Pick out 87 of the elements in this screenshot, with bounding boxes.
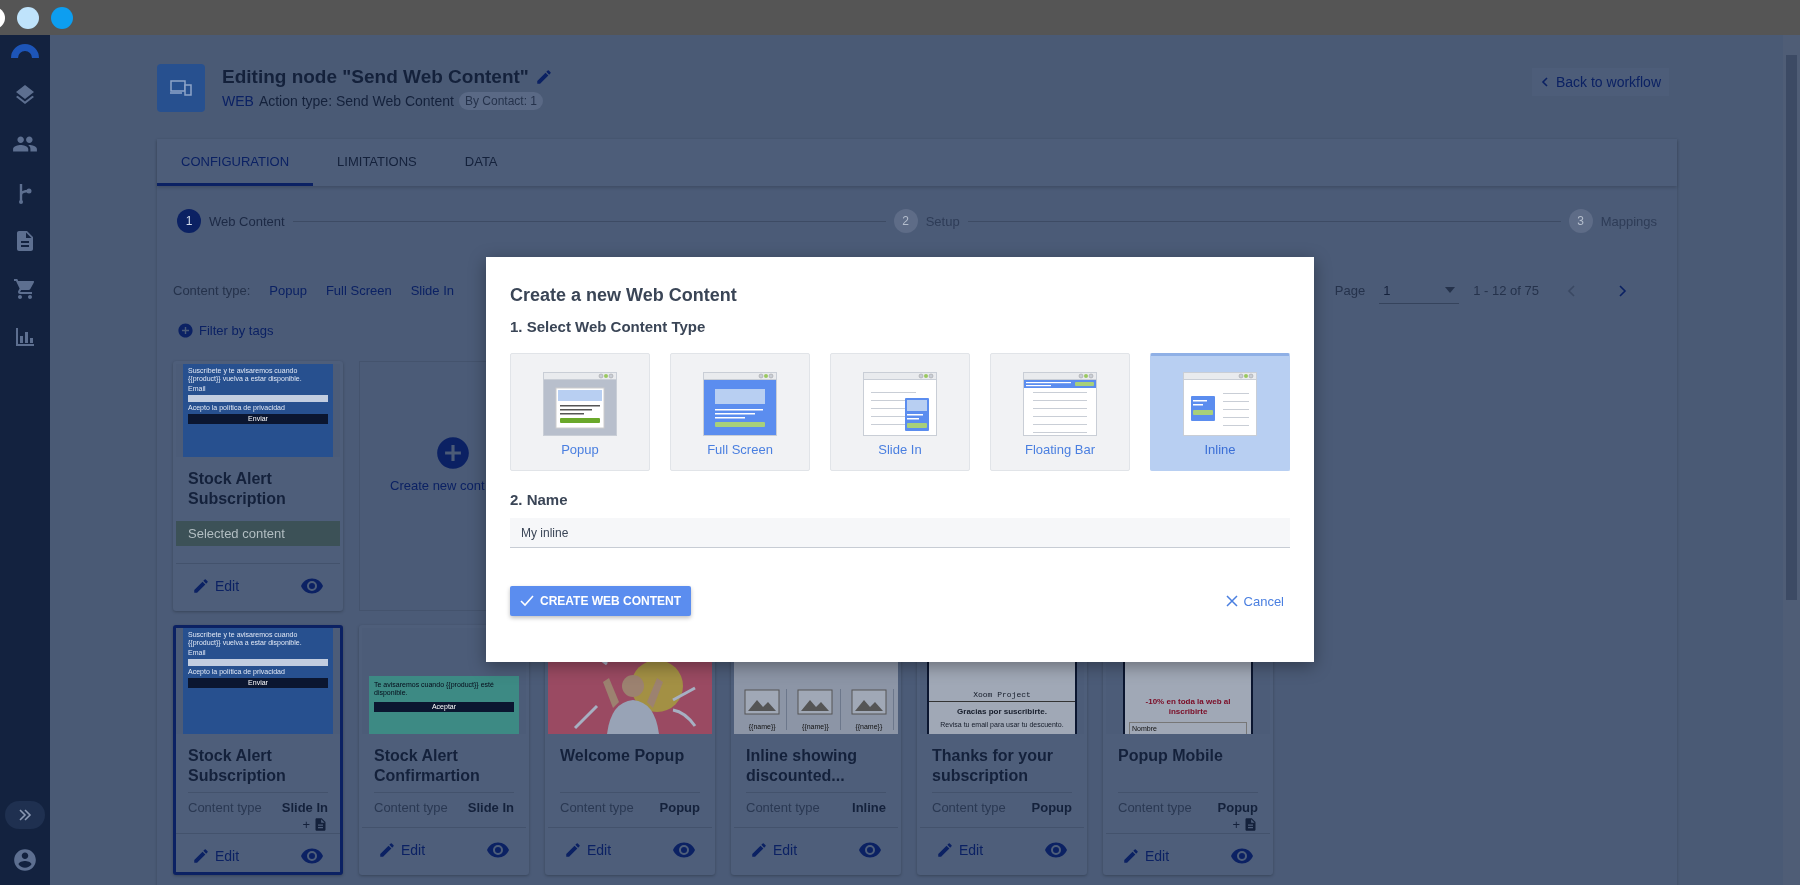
document-icon [1243, 817, 1258, 832]
layout-illustration-icon [543, 372, 617, 436]
tab[interactable]: CONFIGURATION [157, 139, 314, 186]
filter-by-tags-button[interactable]: Filter by tags [177, 322, 274, 339]
plus-sign: + [1232, 816, 1240, 833]
edit-button[interactable]: Edit [378, 841, 426, 859]
account-icon [12, 847, 38, 873]
add-icon [434, 434, 472, 472]
layout-illustration-icon [703, 372, 777, 436]
step-number: 1 [177, 209, 201, 233]
expand-sidebar-button[interactable] [5, 801, 45, 829]
cancel-button[interactable]: Cancel [1225, 593, 1290, 609]
content-type-option[interactable]: Popup [510, 353, 650, 471]
pencil-icon [192, 847, 210, 865]
edit-button[interactable]: Edit [192, 847, 240, 865]
cart-icon [13, 277, 37, 301]
section-heading: 1. Select Web Content Type [510, 318, 707, 335]
pencil-icon [1122, 847, 1140, 865]
document-icon [313, 817, 328, 832]
tab[interactable]: DATA [440, 139, 522, 186]
step-number: 3 [1568, 209, 1593, 233]
pencil-icon [936, 841, 954, 859]
pencil-icon [534, 68, 553, 86]
pencil-icon [192, 577, 210, 595]
caret-icon [1445, 287, 1456, 293]
bar-chart-icon [13, 325, 37, 349]
create-button[interactable]: CREATE WEB CONTENT [510, 586, 692, 616]
channel-label: WEB [222, 93, 254, 109]
action-type: Action type: Send Web Content [258, 93, 454, 109]
edit-button[interactable]: Edit [192, 577, 240, 595]
card-title: Inline showing discounted... [745, 746, 859, 786]
content-type-filter[interactable]: Popup [269, 283, 307, 298]
step-number: 2 [893, 209, 918, 233]
card-title: Stock Alert Confirmartion [373, 746, 481, 786]
pencil-icon [750, 841, 768, 859]
edit-button[interactable]: Edit [750, 841, 798, 859]
devices-icon [157, 64, 205, 112]
edit-button[interactable]: Edit [936, 841, 984, 859]
chevron-right-icon [1617, 284, 1627, 297]
window-control-icon[interactable] [17, 6, 39, 29]
back-link[interactable]: Back to workflow [1531, 68, 1669, 96]
card-title: Stock Alert Subscription [187, 469, 287, 509]
dialog-title: Create a new Web Content [510, 285, 738, 306]
pencil-icon [564, 841, 582, 859]
content-type-value: Slide In [467, 799, 514, 816]
content-type-option[interactable]: Slide In [830, 353, 970, 471]
logo-icon[interactable] [10, 43, 40, 59]
page-title: Editing node "Send Web Content" [222, 66, 529, 88]
content-type-option[interactable]: Floating Bar [990, 353, 1130, 471]
content-type-value: Popup [1031, 799, 1072, 816]
close-icon [1225, 595, 1238, 607]
content-type-value: Popup [1217, 799, 1258, 816]
content-type-option[interactable]: Full Screen [670, 353, 810, 471]
content-type-value: Inline [852, 799, 886, 816]
tab[interactable]: LIMITATIONS [313, 139, 441, 186]
layout-illustration-icon [863, 372, 937, 436]
pencil-icon [378, 841, 396, 859]
edit-button[interactable]: Edit [1122, 847, 1170, 865]
card-title: Popup Mobile [1117, 746, 1224, 766]
selected-content-label: Selected content [176, 521, 340, 546]
content-type-value: Slide In [281, 799, 328, 816]
content-type-filter[interactable]: Full Screen [325, 283, 392, 298]
card-title: Welcome Popup [559, 746, 686, 766]
layout-illustration-icon [1023, 372, 1097, 436]
page-select[interactable]: 1 [1379, 277, 1460, 304]
preview-brand: Xoom Project [929, 690, 1075, 702]
double-chevron-icon [18, 808, 32, 822]
name-field[interactable]: My inline [510, 518, 1290, 548]
contact-badge: By Contact: 1 [459, 92, 544, 110]
layout-illustration-icon [1183, 372, 1257, 436]
chevron-left-icon [1539, 77, 1550, 87]
check-icon [520, 595, 534, 607]
image-placeholder-icon [797, 689, 834, 715]
content-type-filter[interactable]: Slide In [410, 283, 455, 298]
card-title: Stock Alert Subscription [187, 746, 287, 786]
plus-sign: + [302, 816, 310, 833]
preview-heading: Gracias por suscribirte. [957, 707, 1047, 716]
preview-offer: -10% en toda la web al inscribirte [1144, 697, 1232, 717]
content-type-option[interactable]: Inline [1150, 353, 1290, 471]
image-placeholder-icon [850, 689, 887, 715]
edit-button[interactable]: Edit [564, 841, 612, 859]
card-title: Thanks for your subscription [931, 746, 1054, 786]
scrollbar[interactable] [1783, 35, 1800, 885]
window-control-icon[interactable] [51, 6, 73, 29]
image-placeholder-icon [744, 689, 781, 715]
content-type-value: Popup [659, 799, 700, 816]
create-label: Create new cont [390, 478, 485, 493]
